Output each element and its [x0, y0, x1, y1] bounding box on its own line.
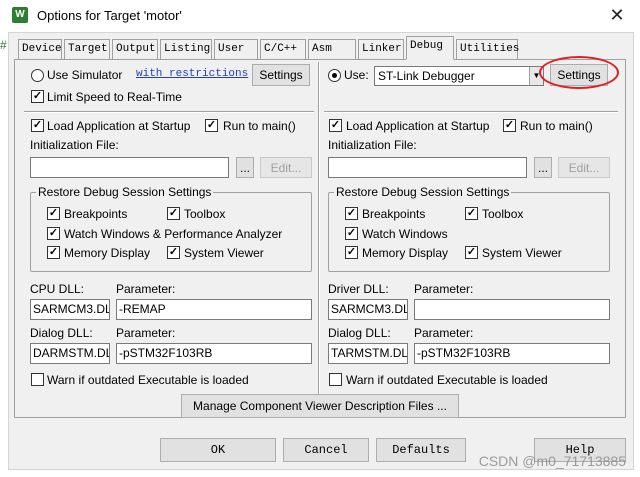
tab-linker[interactable]: Linker	[358, 39, 404, 59]
restore-breakpoints-checkbox-right[interactable]: ✓	[345, 207, 358, 220]
restore-watch-checkbox-right[interactable]: ✓	[345, 227, 358, 240]
use-debugger-radio[interactable]	[328, 69, 341, 82]
ok-button[interactable]: OK	[160, 438, 276, 462]
restore-system-viewer-label-left: System Viewer	[184, 246, 264, 260]
defaults-button[interactable]: Defaults	[376, 438, 466, 462]
right-separator	[324, 111, 618, 113]
restore-watch-label-left: Watch Windows & Performance Analyzer	[64, 227, 283, 241]
restore-toolbox-label-left: Toolbox	[184, 207, 226, 221]
restore-watch-label-right: Watch Windows	[362, 227, 448, 241]
init-file-label-right: Initialization File:	[328, 138, 417, 152]
manage-component-viewer-button[interactable]: Manage Component Viewer Description File…	[181, 394, 459, 418]
app-icon: W	[12, 7, 28, 23]
restore-breakpoints-label-left: Breakpoints	[64, 207, 128, 221]
use-label: Use:	[344, 68, 369, 82]
driver-dll-label: Driver DLL:	[328, 282, 389, 296]
cpu-param-label: Parameter:	[116, 282, 176, 296]
dialog-param-input-left[interactable]: -pSTM32F103RB	[116, 343, 312, 364]
tab-c-cpp[interactable]: C/C++	[260, 39, 306, 59]
side-hash-mark: #	[0, 38, 7, 52]
warn-outdated-checkbox-left[interactable]	[31, 373, 44, 386]
dialog-param-label-left: Parameter:	[116, 326, 176, 340]
dialog-dll-input-left[interactable]: DARMSTM.DLL	[30, 343, 110, 364]
restore-toolbox-checkbox-left[interactable]: ✓	[167, 207, 180, 220]
run-to-main-label-left: Run to main()	[223, 119, 296, 133]
init-file-input-right[interactable]	[328, 157, 527, 178]
run-to-main-checkbox-left[interactable]: ✓	[205, 119, 218, 132]
dialog-param-input-right[interactable]: -pSTM32F103RB	[414, 343, 610, 364]
dialog-dll-label-right: Dialog DLL:	[328, 326, 391, 340]
use-simulator-label: Use Simulator	[47, 68, 123, 82]
restore-group-title-left: Restore Debug Session Settings	[36, 185, 214, 199]
load-app-checkbox-right[interactable]: ✓	[329, 119, 342, 132]
restore-toolbox-checkbox-right[interactable]: ✓	[465, 207, 478, 220]
tab-target[interactable]: Target	[64, 39, 110, 59]
dialog-param-label-right: Parameter:	[414, 326, 474, 340]
load-app-checkbox-left[interactable]: ✓	[31, 119, 44, 132]
use-simulator-radio[interactable]	[31, 69, 44, 82]
restore-system-viewer-checkbox-left[interactable]: ✓	[167, 246, 180, 259]
driver-dll-input[interactable]: SARMCM3.DLL	[328, 299, 408, 320]
restore-breakpoints-label-right: Breakpoints	[362, 207, 426, 221]
debugger-select[interactable]: ST-Link Debugger ▼	[374, 66, 544, 86]
run-to-main-checkbox-right[interactable]: ✓	[503, 119, 516, 132]
left-separator	[24, 111, 314, 113]
tab-utilities[interactable]: Utilities	[456, 39, 519, 59]
warn-outdated-label-left: Warn if outdated Executable is loaded	[47, 373, 249, 387]
restore-memory-label-right: Memory Display	[362, 246, 449, 260]
red-annotation-circle	[539, 56, 619, 89]
cpu-param-input[interactable]: -REMAP	[116, 299, 312, 320]
restore-system-viewer-checkbox-right[interactable]: ✓	[465, 246, 478, 259]
restore-watch-checkbox-left[interactable]: ✓	[47, 227, 60, 240]
init-file-input-left[interactable]	[30, 157, 229, 178]
tab-device[interactable]: Device	[18, 39, 62, 59]
with-restrictions-link[interactable]: with restrictions	[136, 68, 248, 80]
tab-debug[interactable]: Debug	[406, 36, 454, 60]
driver-param-label: Parameter:	[414, 282, 474, 296]
column-divider	[318, 62, 320, 398]
driver-param-input[interactable]	[414, 299, 610, 320]
watermark-text: CSDN @m0_71713885	[478, 453, 626, 469]
restore-breakpoints-checkbox-left[interactable]: ✓	[47, 207, 60, 220]
restore-group-title-right: Restore Debug Session Settings	[334, 185, 512, 199]
tab-output[interactable]: Output	[112, 39, 158, 59]
warn-outdated-checkbox-right[interactable]	[329, 373, 342, 386]
limit-speed-checkbox[interactable]: ✓	[31, 90, 44, 103]
tab-listing[interactable]: Listing	[160, 39, 212, 59]
tab-asm[interactable]: Asm	[308, 39, 356, 59]
edit-button-left[interactable]: Edit...	[260, 157, 312, 178]
browse-button-right[interactable]: ...	[534, 157, 552, 178]
browse-button-left[interactable]: ...	[236, 157, 254, 178]
close-icon[interactable]: ✕	[603, 2, 631, 28]
warn-outdated-label-right: Warn if outdated Executable is loaded	[346, 373, 548, 387]
load-app-label-right: Load Application at Startup	[346, 119, 490, 133]
restore-memory-label-left: Memory Display	[64, 246, 151, 260]
restore-system-viewer-label-right: System Viewer	[482, 246, 562, 260]
cpu-dll-label: CPU DLL:	[30, 282, 85, 296]
dialog-dll-input-right[interactable]: TARMSTM.DLL	[328, 343, 408, 364]
tab-user[interactable]: User	[214, 39, 258, 59]
restore-memory-checkbox-right[interactable]: ✓	[345, 246, 358, 259]
cancel-button[interactable]: Cancel	[283, 438, 369, 462]
limit-speed-label: Limit Speed to Real-Time	[47, 90, 182, 104]
window-title: Options for Target 'motor'	[37, 8, 182, 23]
dialog-dll-label-left: Dialog DLL:	[30, 326, 93, 340]
simulator-settings-button[interactable]: Settings	[252, 64, 310, 86]
cpu-dll-input[interactable]: SARMCM3.DLL	[30, 299, 110, 320]
restore-toolbox-label-right: Toolbox	[482, 207, 524, 221]
restore-memory-checkbox-left[interactable]: ✓	[47, 246, 60, 259]
init-file-label-left: Initialization File:	[30, 138, 119, 152]
run-to-main-label-right: Run to main()	[520, 119, 593, 133]
load-app-label-left: Load Application at Startup	[47, 119, 191, 133]
debugger-select-value: ST-Link Debugger	[378, 69, 475, 83]
edit-button-right[interactable]: Edit...	[558, 157, 610, 178]
